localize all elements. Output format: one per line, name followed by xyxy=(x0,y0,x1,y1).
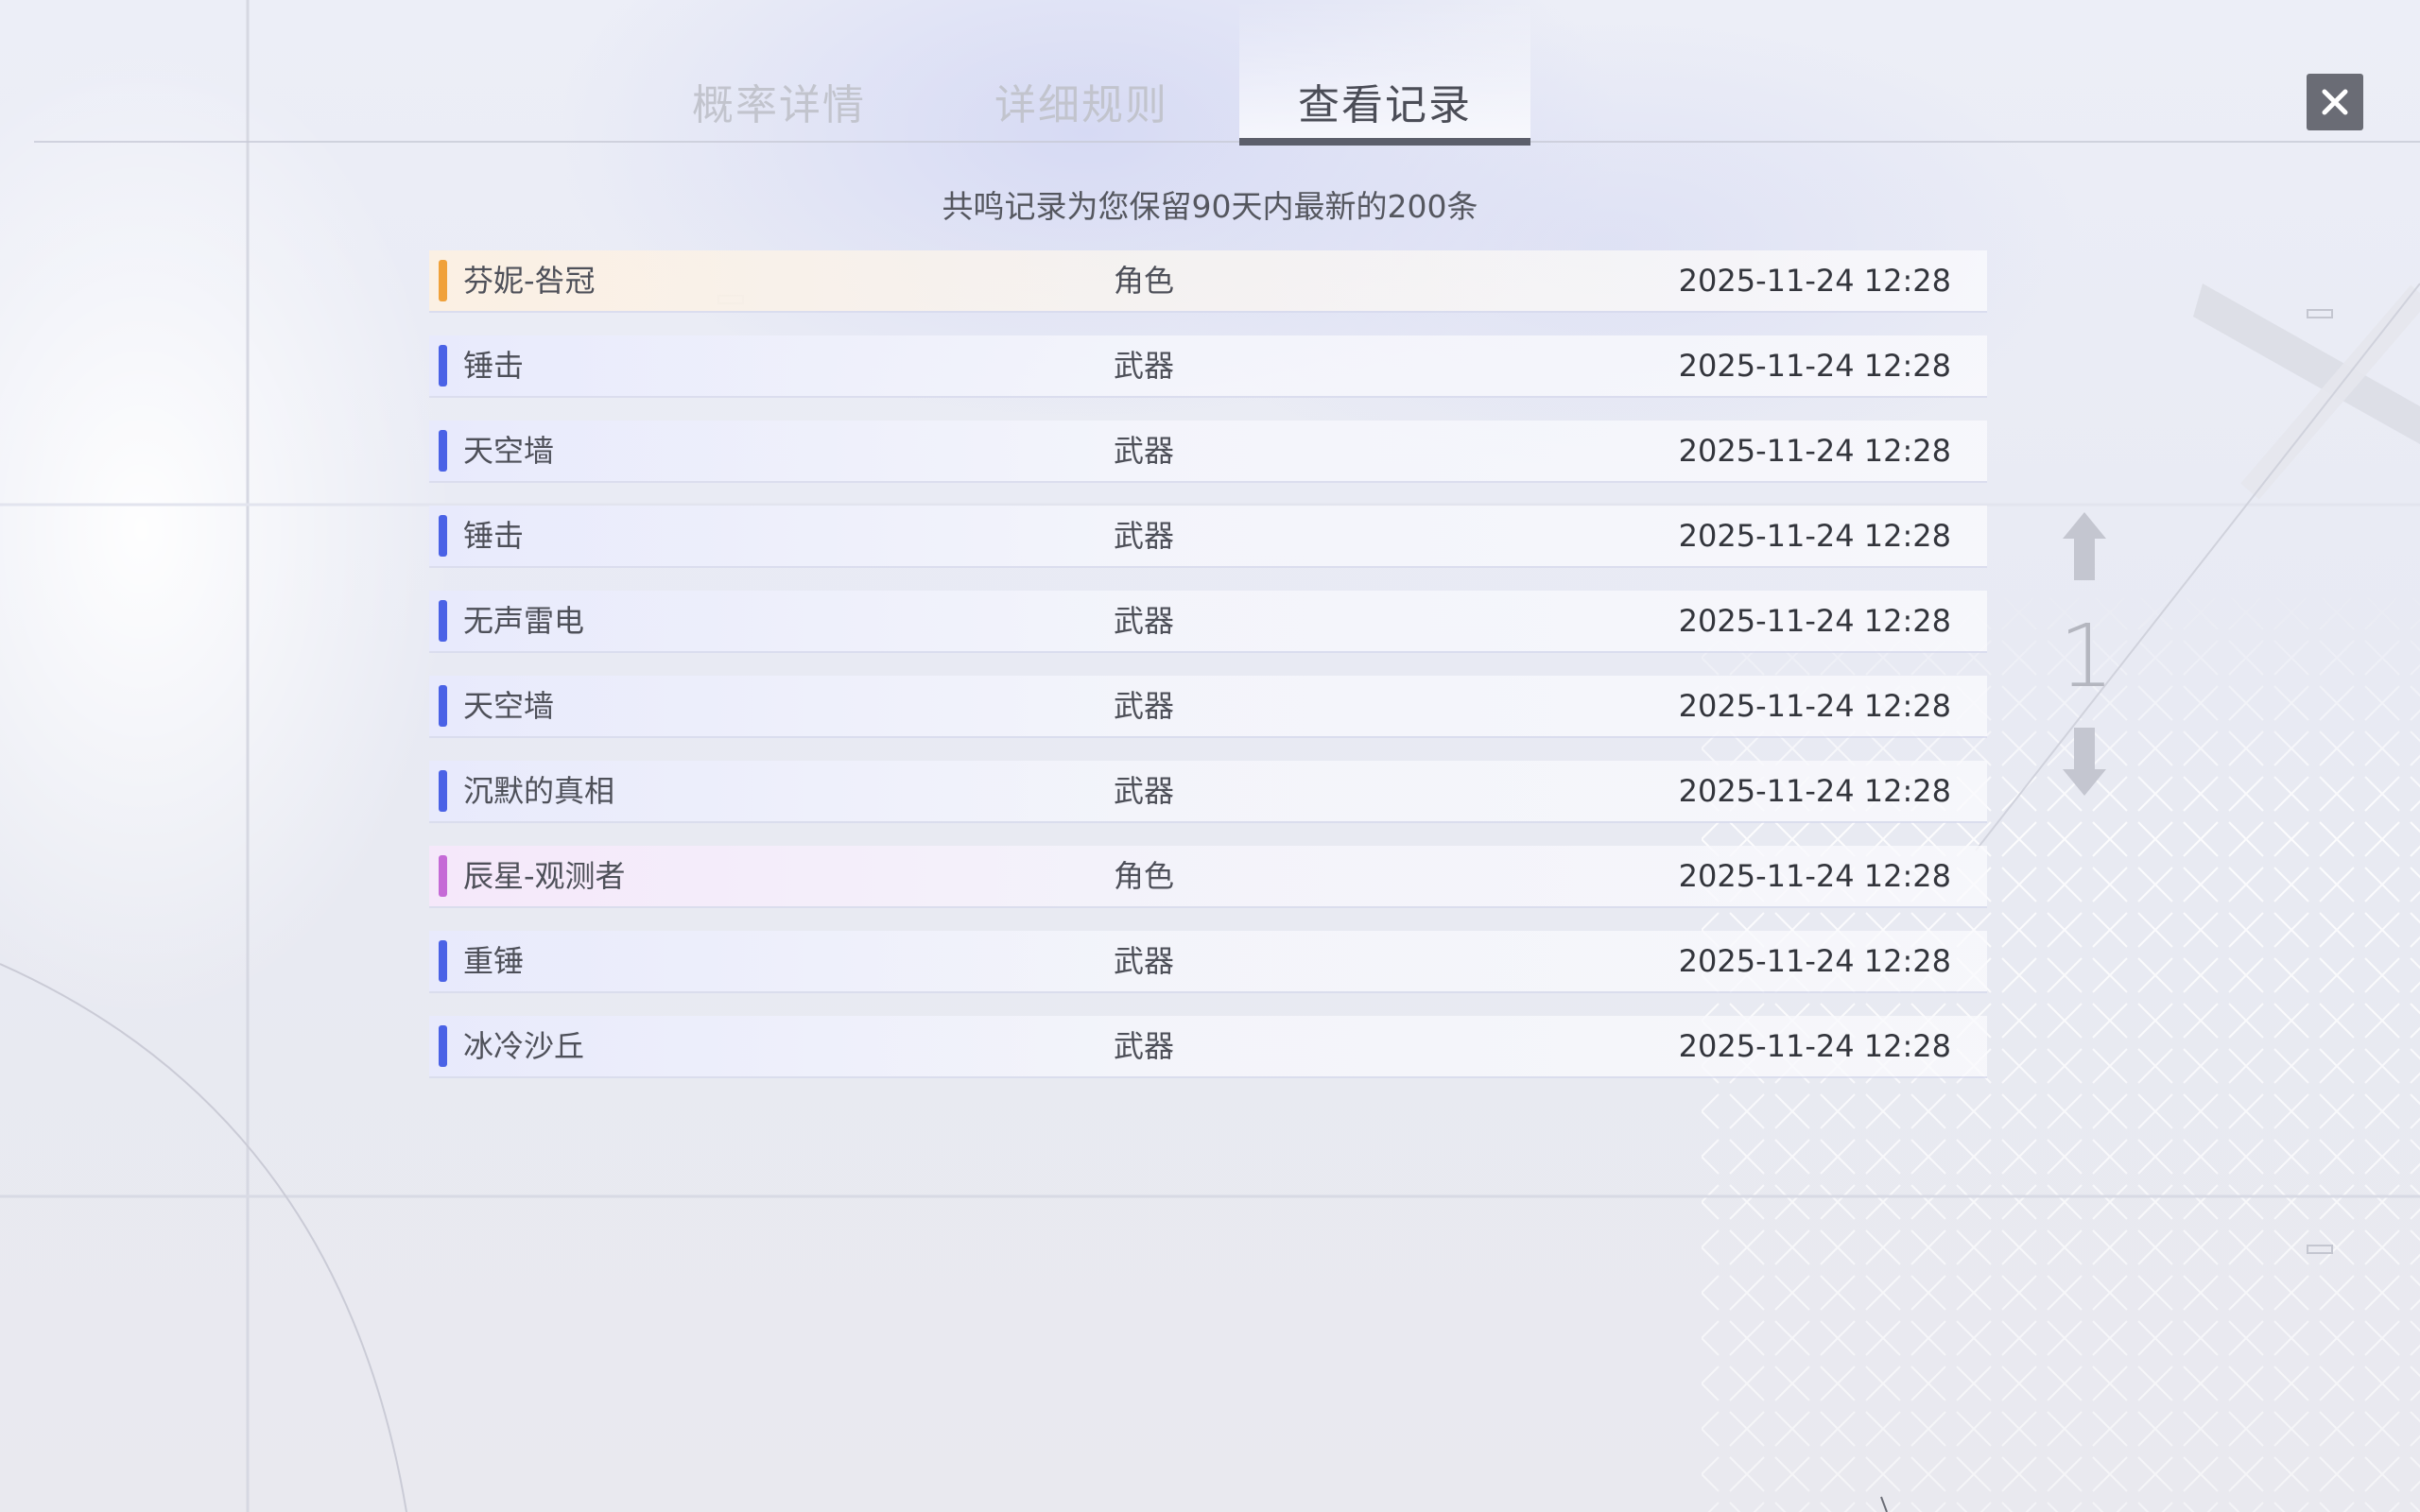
record-type: 武器 xyxy=(1114,603,1175,639)
record-row: 芬妮-咎冠 角色 2025-11-24 12:28 xyxy=(429,250,1987,311)
record-type: 角色 xyxy=(1114,263,1175,299)
record-row: 无声雷电 武器 2025-11-24 12:28 xyxy=(429,591,1987,651)
rarity-indicator xyxy=(439,260,447,301)
record-name: 芬妮-咎冠 xyxy=(463,263,596,299)
record-row: 辰星-观测者 角色 2025-11-24 12:28 xyxy=(429,846,1987,906)
record-time: 2025-11-24 12:28 xyxy=(1678,1028,1951,1064)
record-name: 无声雷电 xyxy=(463,603,585,639)
records-notice: 共鸣记录为您保留90天内最新的200条 xyxy=(942,188,1478,225)
rarity-indicator xyxy=(439,940,447,982)
record-name: 天空墙 xyxy=(463,688,555,724)
active-tab-underline xyxy=(1239,138,1530,146)
record-name: 锤击 xyxy=(463,348,525,384)
rarity-indicator xyxy=(439,1025,447,1067)
arrow-up-icon[interactable] xyxy=(2061,510,2108,582)
tab-divider xyxy=(34,141,2420,143)
record-time: 2025-11-24 12:28 xyxy=(1678,773,1951,809)
pager: 1 xyxy=(2059,510,2135,796)
record-name: 天空墙 xyxy=(463,433,555,469)
rarity-indicator xyxy=(439,430,447,472)
record-row: 天空墙 武器 2025-11-24 12:28 xyxy=(429,676,1987,736)
record-type: 武器 xyxy=(1114,773,1175,809)
record-row: 冰冷沙丘 武器 2025-11-24 12:28 xyxy=(429,1016,1987,1076)
tab-probability-details[interactable]: 概率详情 xyxy=(669,68,889,144)
record-type: 武器 xyxy=(1114,943,1175,979)
record-time: 2025-11-24 12:28 xyxy=(1678,518,1951,554)
record-type: 武器 xyxy=(1114,348,1175,384)
record-type: 角色 xyxy=(1114,858,1175,894)
rarity-indicator xyxy=(439,855,447,897)
record-time: 2025-11-24 12:28 xyxy=(1678,603,1951,639)
record-row: 锤击 武器 2025-11-24 12:28 xyxy=(429,335,1987,396)
tab-view-records[interactable]: 查看记录 xyxy=(1275,68,1495,144)
record-row: 沉默的真相 武器 2025-11-24 12:28 xyxy=(429,761,1987,821)
arrow-down-icon[interactable] xyxy=(2061,726,2108,798)
rarity-indicator xyxy=(439,515,447,557)
tab-bar: 概率详情 详细规则 查看记录 xyxy=(0,0,2420,151)
record-row: 锤击 武器 2025-11-24 12:28 xyxy=(429,506,1987,566)
record-type: 武器 xyxy=(1114,1028,1175,1064)
tab-detailed-rules[interactable]: 详细规则 xyxy=(972,68,1191,144)
close-icon xyxy=(2322,89,2348,115)
record-time: 2025-11-24 12:28 xyxy=(1678,688,1951,724)
record-type: 武器 xyxy=(1114,433,1175,469)
record-time: 2025-11-24 12:28 xyxy=(1678,433,1951,469)
record-name: 冰冷沙丘 xyxy=(463,1028,585,1064)
page-number: 1 xyxy=(2059,606,2115,707)
record-name: 辰星-观测者 xyxy=(463,858,626,894)
records-list: 芬妮-咎冠 角色 2025-11-24 12:28 锤击 武器 2025-11-… xyxy=(429,250,1987,1101)
rarity-indicator xyxy=(439,685,447,727)
record-name: 锤击 xyxy=(463,518,525,554)
rarity-indicator xyxy=(439,600,447,642)
rarity-indicator xyxy=(439,345,447,387)
rarity-indicator xyxy=(439,770,447,812)
close-button[interactable] xyxy=(2307,74,2363,130)
record-time: 2025-11-24 12:28 xyxy=(1678,348,1951,384)
record-name: 沉默的真相 xyxy=(463,773,615,809)
record-time: 2025-11-24 12:28 xyxy=(1678,263,1951,299)
record-row: 天空墙 武器 2025-11-24 12:28 xyxy=(429,421,1987,481)
record-type: 武器 xyxy=(1114,518,1175,554)
record-time: 2025-11-24 12:28 xyxy=(1678,858,1951,894)
record-name: 重锤 xyxy=(463,943,525,979)
record-type: 武器 xyxy=(1114,688,1175,724)
record-row: 重锤 武器 2025-11-24 12:28 xyxy=(429,931,1987,991)
record-time: 2025-11-24 12:28 xyxy=(1678,943,1951,979)
